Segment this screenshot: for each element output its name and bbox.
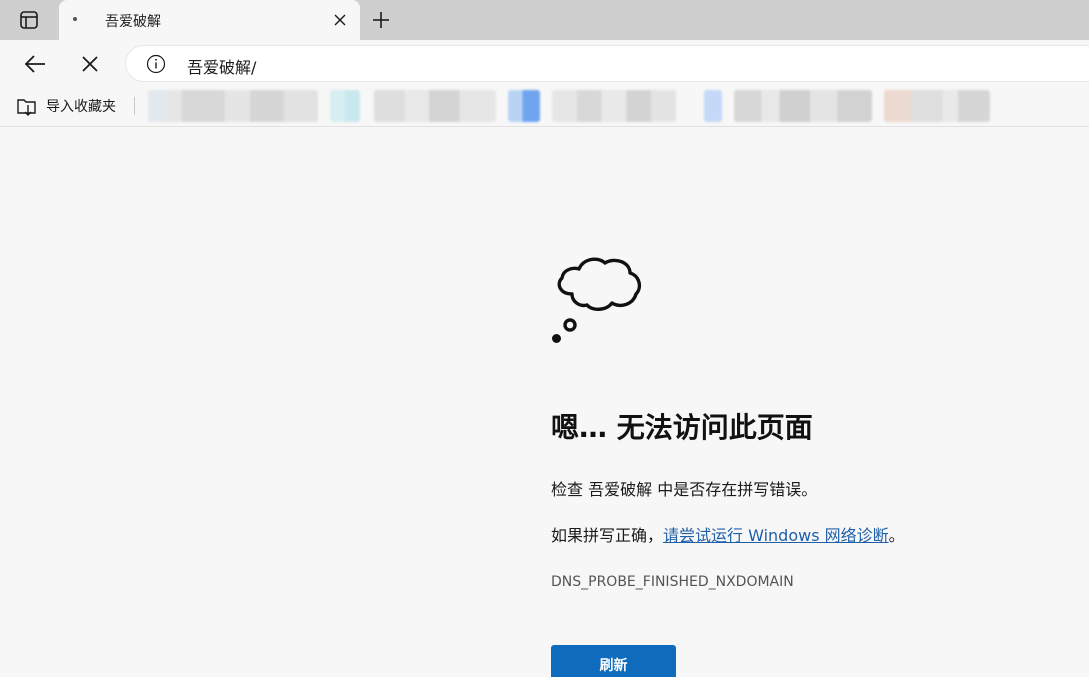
import-favorites-label: 导入收藏夹 [46,99,116,115]
info-icon[interactable] [146,54,166,74]
plus-icon [373,12,389,28]
close-icon [334,14,346,26]
folder-import-icon [17,99,36,116]
diagnostics-hint-prefix: 如果拼写正确， [551,526,664,545]
spelling-hint-prefix: 检查 [551,480,584,499]
close-tab-button[interactable] [329,9,351,31]
favorite-item-blurred[interactable] [508,90,540,122]
favorite-item-blurred[interactable] [734,90,872,122]
stop-loading-button[interactable] [75,49,105,79]
address-text[interactable]: 吾爱破解/ [187,54,256,78]
error-title: 嗯… 无法访问此页面 [551,411,813,444]
close-icon [82,56,98,72]
back-button[interactable] [20,49,50,79]
favorite-item-blurred[interactable] [704,90,722,122]
tab-strip: 吾爱破解 [0,0,1089,40]
favorite-item-blurred[interactable] [374,90,496,122]
spelling-hint-host: 吾爱破解 [588,480,653,499]
spelling-hint: 检查 吾爱破解 中是否存在拼写错误。 [551,476,817,500]
favorite-item-blurred[interactable] [552,90,676,122]
toolbar: 吾爱破解/ [0,40,1089,87]
favorite-item-blurred[interactable] [884,90,990,122]
thought-cloud-icon [552,257,642,343]
active-tab[interactable]: 吾爱破解 [59,0,360,40]
favorite-item-blurred[interactable] [330,90,360,122]
new-tab-button[interactable] [368,7,394,33]
error-code: DNS_PROBE_FINISHED_NXDOMAIN [551,574,794,590]
tab-actions-icon [20,11,38,29]
spelling-hint-suffix: 中是否存在拼写错误。 [657,480,818,499]
tab-actions-button[interactable] [10,6,48,34]
diagnostics-hint-suffix: 。 [888,526,905,545]
refresh-button[interactable]: 刷新 [551,645,676,677]
network-diagnostics-link[interactable]: 请尝试运行 Windows 网络诊断 [663,526,889,545]
address-bar[interactable]: 吾爱破解/ [125,45,1089,82]
favorites-bar: 导入收藏夹 [0,87,1089,127]
diagnostics-hint: 如果拼写正确，请尝试运行 Windows 网络诊断。 [551,522,905,546]
favicon-loading-icon [73,17,77,21]
tab-title: 吾爱破解 [105,14,161,30]
import-favorites-button[interactable]: 导入收藏夹 [16,94,116,118]
error-page: 嗯… 无法访问此页面 检查 吾爱破解 中是否存在拼写错误。 如果拼写正确，请尝试… [0,128,1089,677]
favorite-item-blurred[interactable] [148,90,318,122]
favorites-separator [134,97,135,115]
arrow-left-icon [24,55,45,73]
